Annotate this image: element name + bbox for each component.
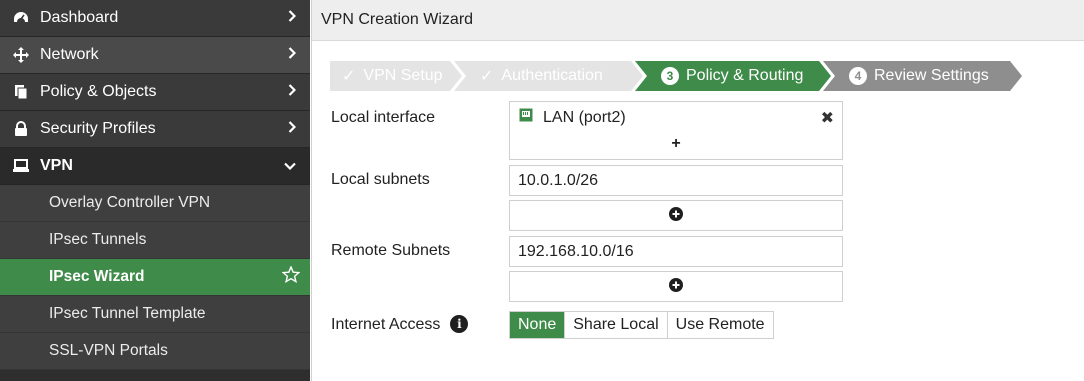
internet-access-toggle: None Share Local Use Remote xyxy=(509,311,774,339)
chevron-right-icon xyxy=(288,83,297,101)
step-policy-routing[interactable]: 3 Policy & Routing xyxy=(635,61,831,91)
sidebar-item-overlay-controller-vpn[interactable]: Overlay Controller VPN xyxy=(0,185,310,222)
dashboard-icon xyxy=(6,11,36,25)
step-vpn-setup[interactable]: ✓ VPN Setup xyxy=(330,61,462,91)
sidebar-item-label: Overlay Controller VPN xyxy=(49,194,211,211)
remote-subnets-input[interactable]: 192.168.10.0/16 xyxy=(509,236,843,267)
sidebar-item-ipsec-tunnels[interactable]: IPsec Tunnels xyxy=(0,222,310,259)
step-number: 3 xyxy=(661,67,679,85)
chevron-right-icon xyxy=(288,120,297,138)
lock-icon xyxy=(6,121,36,137)
local-subnets-input[interactable]: 10.0.1.0/26 xyxy=(509,165,843,196)
sidebar-item-ssl-vpn-portals[interactable]: SSL-VPN Portals xyxy=(0,333,310,370)
local-subnets-value: 10.0.1.0/26 xyxy=(518,171,599,189)
internet-access-none-button[interactable]: None xyxy=(510,312,565,338)
internet-access-text: Internet Access xyxy=(331,316,441,333)
checkmark-icon: ✓ xyxy=(480,68,494,85)
port-icon xyxy=(519,108,533,127)
plus-circle-icon xyxy=(669,277,683,296)
step-label: Policy & Routing xyxy=(686,67,804,84)
add-interface-icon[interactable]: + xyxy=(510,135,842,153)
step-number: 4 xyxy=(849,67,867,85)
checkmark-icon: ✓ xyxy=(342,68,356,85)
internet-access-use-remote-button[interactable]: Use Remote xyxy=(666,312,773,338)
step-label: Authentication xyxy=(501,67,603,84)
remote-subnets-value: 192.168.10.0/16 xyxy=(518,242,634,260)
network-icon xyxy=(6,46,36,64)
sidebar-item-label: IPsec Wizard xyxy=(49,268,145,285)
sidebar-item-policy-objects[interactable]: Policy & Objects xyxy=(0,74,310,111)
local-interface-value: LAN (port2) xyxy=(543,108,626,126)
remote-subnets-label: Remote Subnets xyxy=(331,242,451,259)
local-interface-label: Local interface xyxy=(331,109,436,126)
add-remote-subnet-button[interactable] xyxy=(509,271,843,302)
step-label: VPN Setup xyxy=(363,67,443,84)
remove-interface-icon[interactable]: ✖ xyxy=(821,108,834,128)
internet-access-label: Internet Access i xyxy=(331,315,469,334)
sidebar-item-label: SSL-VPN Portals xyxy=(49,342,168,359)
sidebar-item-ipsec-tunnel-template[interactable]: IPsec Tunnel Template xyxy=(0,296,310,333)
chevron-right-icon xyxy=(288,46,297,64)
main-panel: VPN Creation Wizard ✓ VPN Setup ✓ Authen… xyxy=(311,0,1084,381)
step-authentication[interactable]: ✓ Authentication xyxy=(454,61,643,91)
sidebar-item-label: IPsec Tunnels xyxy=(49,231,147,248)
sidebar-item-label: Policy & Objects xyxy=(40,83,157,100)
add-local-subnet-button[interactable] xyxy=(509,200,843,231)
sidebar-item-label: IPsec Tunnel Template xyxy=(49,305,206,322)
sidebar-item-label: Security Profiles xyxy=(40,120,156,137)
sidebar-item-network[interactable]: Network xyxy=(0,37,310,74)
internet-access-share-local-button[interactable]: Share Local xyxy=(564,312,667,338)
sidebar-item-label: Dashboard xyxy=(40,9,119,26)
page-title-bar: VPN Creation Wizard xyxy=(312,0,1084,41)
plus-circle-icon xyxy=(669,206,683,225)
wizard-steps: ✓ VPN Setup ✓ Authentication 3 Policy & … xyxy=(330,61,1014,91)
sidebar-item-ipsec-wizard[interactable]: IPsec Wizard xyxy=(0,259,310,296)
local-interface-entry: LAN (port2) xyxy=(510,102,842,133)
sidebar-item-vpn[interactable]: VPN xyxy=(0,148,310,185)
star-icon[interactable] xyxy=(281,265,301,288)
chevron-right-icon xyxy=(288,9,297,27)
step-review-settings[interactable]: 4 Review Settings xyxy=(823,61,1022,91)
local-subnets-label: Local subnets xyxy=(331,171,430,188)
sidebar: Dashboard Network Policy & Objects Secur… xyxy=(0,0,310,381)
local-interface-field[interactable]: LAN (port2) ✖ + xyxy=(509,101,843,160)
step-label: Review Settings xyxy=(874,67,989,84)
policy-icon xyxy=(6,84,36,100)
page-title: VPN Creation Wizard xyxy=(321,11,474,28)
laptop-icon xyxy=(6,159,36,173)
sidebar-item-label: VPN xyxy=(40,157,73,174)
chevron-down-icon xyxy=(284,157,296,175)
sidebar-item-label: Network xyxy=(40,46,99,63)
info-icon[interactable]: i xyxy=(450,315,469,333)
sidebar-item-dashboard[interactable]: Dashboard xyxy=(0,0,310,37)
sidebar-item-security-profiles[interactable]: Security Profiles xyxy=(0,111,310,148)
